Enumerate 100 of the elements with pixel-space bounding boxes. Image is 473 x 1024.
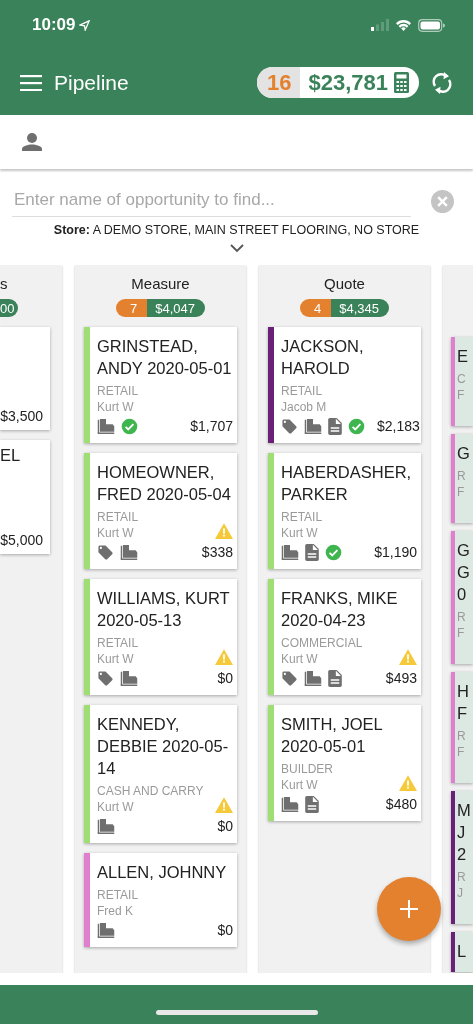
- page-title: Pipeline: [54, 70, 130, 95]
- sales-rep: Kurt W: [97, 799, 135, 815]
- customer-name: JACKSON, HAROLD: [281, 336, 365, 379]
- customer-name: J: [457, 822, 467, 843]
- sales-rep: Fred K: [97, 903, 134, 919]
- customer-name: GRINSTEAD, ANDY 2020-05-01: [97, 336, 233, 379]
- customer-type: RETAIL: [97, 635, 140, 651]
- customer-type: R: [457, 468, 467, 484]
- customer-type: R: [457, 609, 467, 625]
- customer-type: COMMERCIAL: [281, 635, 364, 651]
- customer-name: EL: [0, 445, 22, 466]
- sales-rep: Kurt W: [97, 525, 135, 541]
- opportunity-card[interactable]: JACKSON, HAROLD RETAIL Jacob M $2,183: [268, 327, 421, 443]
- opportunity-card[interactable]: EL $5,000: [0, 440, 50, 554]
- opportunity-card[interactable]: SMITH, JOEL 2020-05-01 BUILDER Kurt W $480: [268, 705, 421, 821]
- amount: $0: [217, 670, 233, 686]
- menu-button[interactable]: [20, 74, 42, 91]
- customer-type: C: [457, 371, 467, 387]
- opportunity-card[interactable]: GRINSTEAD, ANDY 2020-05-01 RETAIL Kurt W $1,707: [84, 327, 237, 443]
- opportunity-card[interactable]: KENNEDY, DEBBIE 2020-05-14 CASH AND CARRY Kurt W $0: [84, 705, 237, 843]
- column-title: s: [0, 275, 9, 293]
- customer-name: H: [457, 681, 470, 702]
- customer-type: BUILDER: [281, 761, 334, 777]
- customer-name: M: [457, 800, 472, 821]
- amount: $0: [217, 818, 233, 834]
- customer-name: E: [457, 346, 469, 367]
- customer-name: L: [457, 941, 468, 962]
- opportunity-card[interactable]: M J 2 R J: [451, 791, 473, 924]
- customer-name: G: [457, 562, 471, 583]
- customer-name: SMITH, JOEL 2020-05-01: [281, 714, 384, 757]
- signal-icon: [371, 19, 389, 31]
- opportunity-card[interactable]: HABERDASHER, PARKER RETAIL Kurt W $1,190: [268, 453, 421, 569]
- customer-type: RETAIL: [281, 383, 324, 399]
- chevron-down-icon[interactable]: [229, 244, 244, 253]
- sales-rep: F: [457, 387, 466, 403]
- amount: $338: [201, 544, 233, 560]
- plus-icon: [400, 900, 418, 918]
- amount: $0: [217, 922, 233, 938]
- column-title: Measure: [130, 275, 191, 293]
- customer-name: G: [457, 540, 471, 561]
- customer-name: HABERDASHER, PARKER: [281, 462, 413, 505]
- customer-type: RETAIL: [281, 509, 324, 525]
- amount: $1,190: [374, 544, 417, 560]
- amount: $480: [385, 796, 417, 812]
- sales-rep: Kurt W: [97, 399, 135, 415]
- clock-time: 10:09: [32, 15, 76, 35]
- customer-type: R: [457, 869, 467, 885]
- customer-type: RETAIL: [97, 383, 140, 399]
- customer-type: RETAIL: [97, 509, 140, 525]
- sales-rep: Jacob M: [281, 399, 328, 415]
- calculator-icon: [394, 72, 409, 93]
- sales-rep: F: [457, 625, 466, 641]
- customer-type: CASH AND CARRY: [97, 783, 205, 799]
- sales-rep: F: [457, 484, 466, 500]
- sales-rep: Kurt W: [281, 777, 319, 793]
- opportunity-card[interactable]: $3,500: [0, 327, 50, 430]
- wifi-icon: [395, 19, 412, 31]
- sales-rep: Kurt W: [281, 651, 319, 667]
- customer-name: 0: [457, 584, 468, 605]
- opportunity-card[interactable]: HOMEOWNER, FRED 2020-05-04 RETAIL Kurt W $338: [84, 453, 237, 569]
- customer-name: G: [457, 443, 471, 464]
- customer-name: 2: [457, 844, 468, 865]
- amount: $493: [385, 670, 417, 686]
- opportunity-card[interactable]: L: [451, 932, 473, 972]
- sales-rep: F: [457, 744, 466, 760]
- amount: $3,500: [0, 408, 43, 424]
- sales-rep: Kurt W: [281, 525, 319, 541]
- close-icon: [431, 190, 454, 213]
- location-arrow-icon: [79, 19, 91, 31]
- total-amount: $23,781: [308, 69, 388, 96]
- customer-name: HOMEOWNER, FRED 2020-05-04: [97, 462, 232, 505]
- battery-icon: [418, 18, 445, 32]
- store-filter-text: Store: A DEMO STORE, MAIN STREET FLOORING, NO STORE: [52, 223, 421, 237]
- person-icon[interactable]: [22, 133, 42, 151]
- sales-rep: J: [457, 885, 464, 901]
- totals-badge[interactable]: 16 $23,781: [257, 67, 419, 98]
- customer-type: R: [457, 728, 467, 744]
- opportunity-card[interactable]: WILLIAMS, KURT 2020-05-13 RETAIL Kurt W $0: [84, 579, 237, 695]
- column-total: $4,047: [147, 299, 205, 317]
- customer-name: WILLIAMS, KURT 2020-05-13: [97, 588, 231, 631]
- amount: $1,707: [190, 418, 233, 434]
- opportunity-card[interactable]: ALLEN, JOHNNY RETAIL Fred K $0: [84, 853, 237, 947]
- opportunity-card[interactable]: G R F: [451, 434, 473, 523]
- opportunity-count: 16: [257, 67, 301, 98]
- column-total: $4,345: [331, 299, 389, 317]
- refresh-button[interactable]: [431, 70, 453, 95]
- search-field[interactable]: Enter name of opportunity to find...: [12, 186, 411, 217]
- refresh-icon: [431, 70, 453, 95]
- column-count: 7: [116, 299, 148, 317]
- amount: $2,183: [377, 418, 420, 434]
- customer-name: KENNEDY, DEBBIE 2020-05-14: [97, 714, 230, 779]
- opportunity-card[interactable]: G G 0 R F: [451, 531, 473, 664]
- opportunity-card[interactable]: FRANKS, MIKE 2020-04-23 COMMERCIAL Kurt W $493: [268, 579, 421, 695]
- customer-name: ALLEN, JOHNNY: [97, 862, 228, 883]
- opportunity-card[interactable]: H F R F: [451, 672, 473, 783]
- sales-rep: Kurt W: [97, 651, 135, 667]
- column-count: 4: [300, 299, 332, 317]
- column-title: Quote: [323, 275, 366, 293]
- customer-name: FRANKS, MIKE 2020-04-23: [281, 588, 399, 631]
- opportunity-card[interactable]: E C F: [451, 337, 473, 426]
